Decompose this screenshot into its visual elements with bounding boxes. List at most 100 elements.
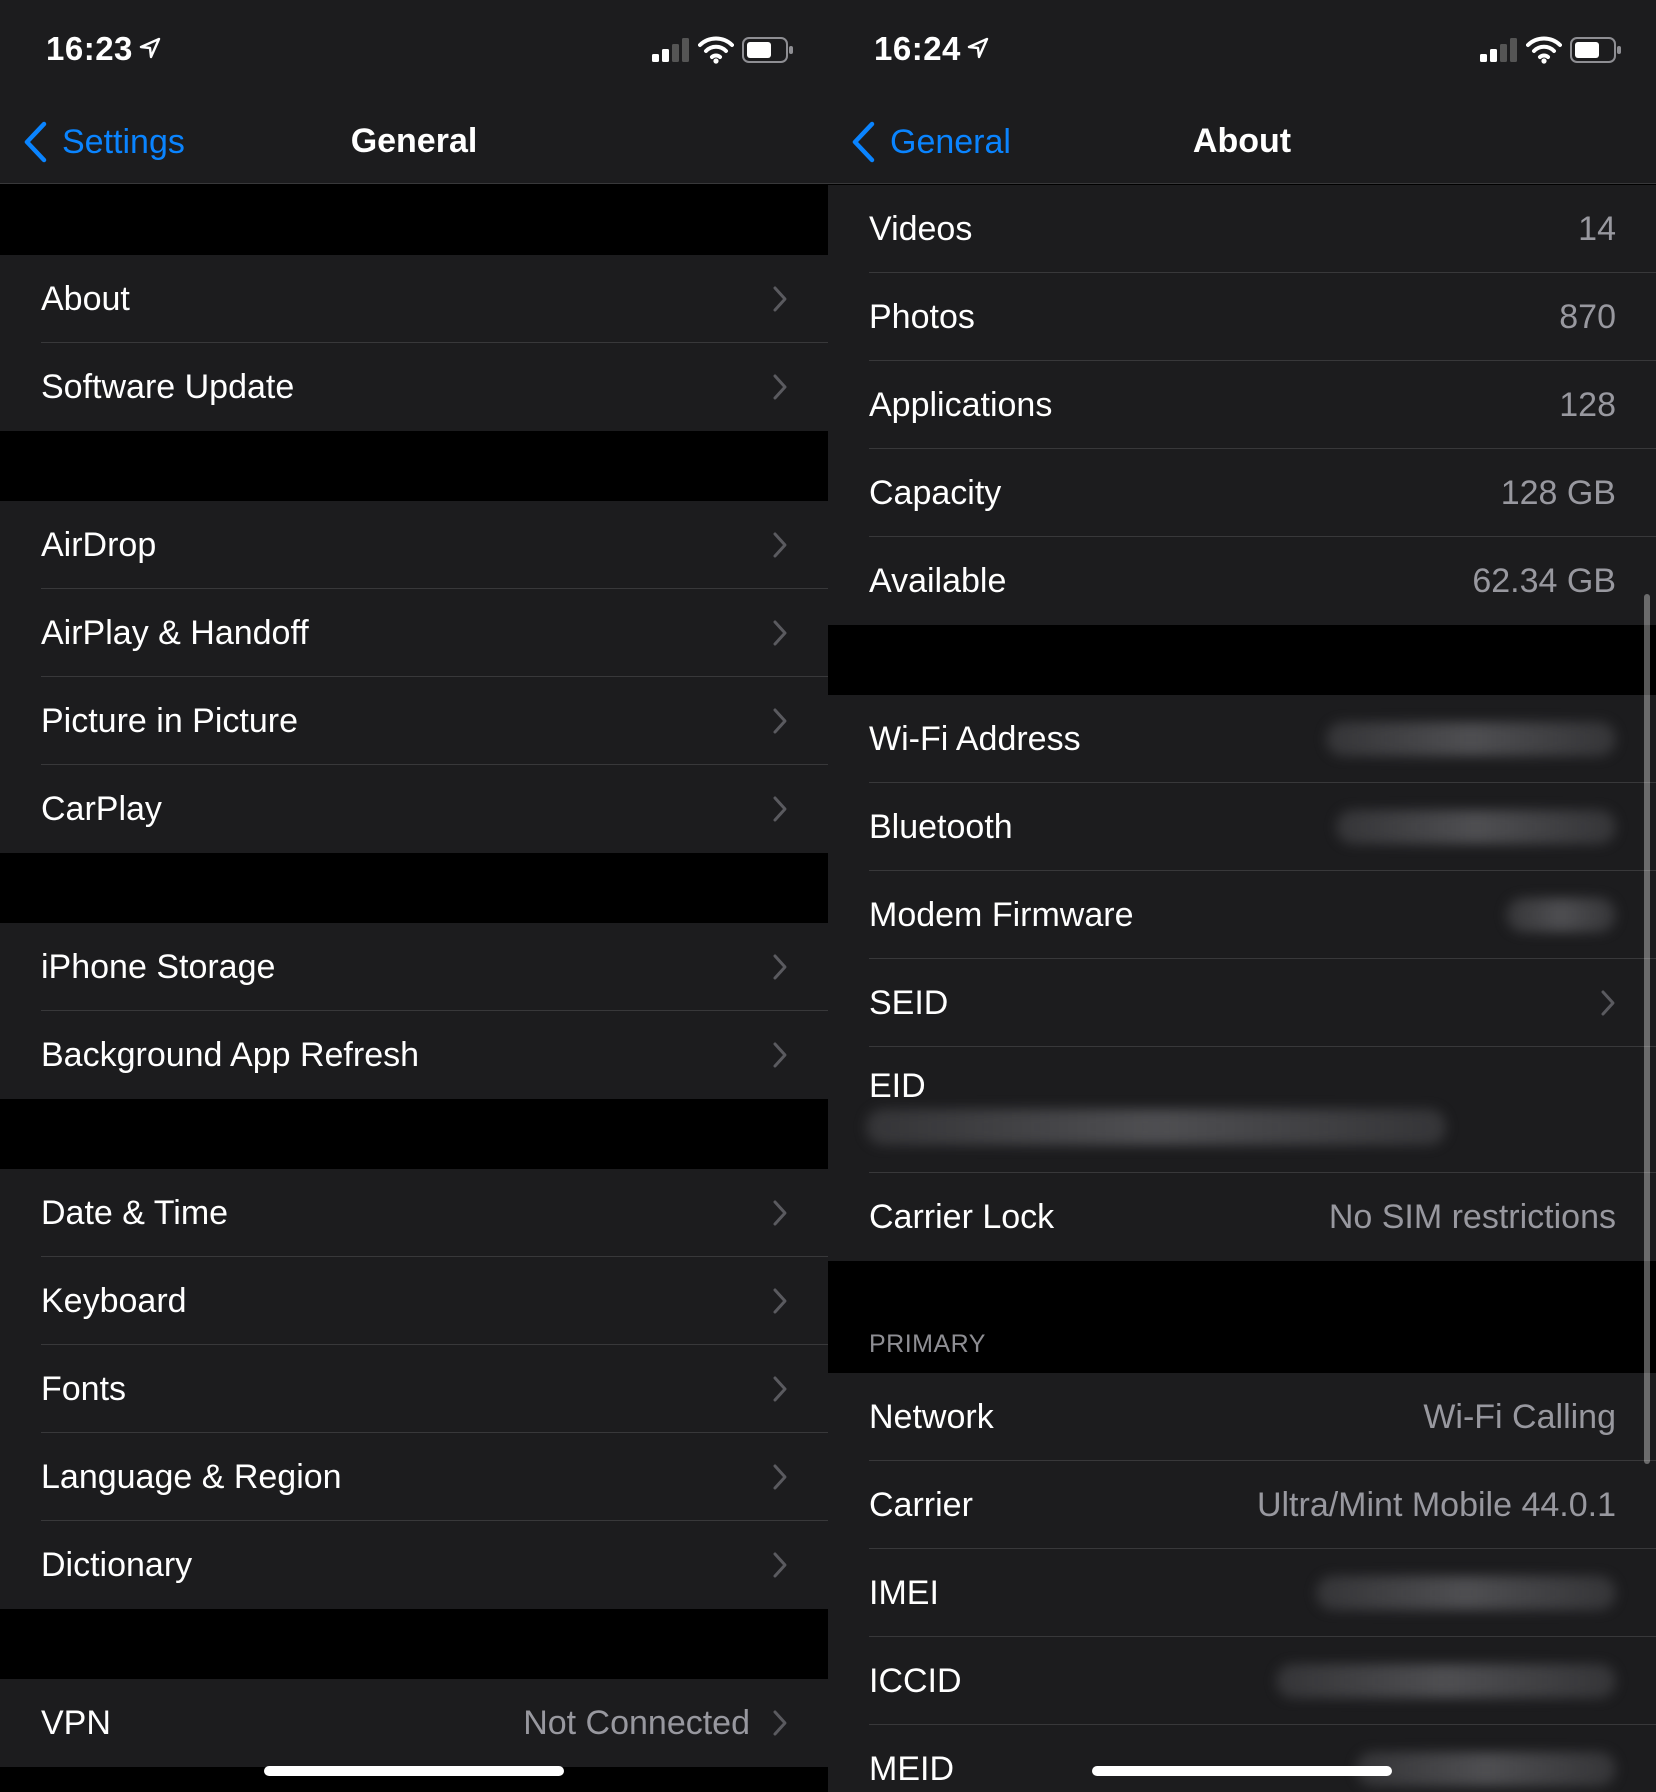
- group-storage: iPhone Storage Background App Refresh: [0, 923, 828, 1099]
- redacted-value: [1316, 1576, 1616, 1610]
- chevron-right-icon: [773, 374, 787, 400]
- row-label: Available: [869, 561, 1007, 600]
- row-label: Wi-Fi Address: [869, 719, 1081, 758]
- row-label: Videos: [869, 209, 973, 248]
- row-label: SEID: [869, 983, 949, 1022]
- general-list: About Software Update AirDrop AirPlay & …: [0, 185, 828, 1792]
- row-airdrop[interactable]: AirDrop: [0, 501, 828, 589]
- row-label: iPhone Storage: [41, 947, 276, 986]
- row-label: MEID: [869, 1749, 954, 1788]
- row-label: Keyboard: [41, 1281, 187, 1320]
- row-label: Dictionary: [41, 1545, 193, 1584]
- cellular-signal-icon: [1480, 38, 1517, 62]
- row-label: Applications: [869, 385, 1053, 424]
- row-value: 870: [1559, 297, 1616, 336]
- cellular-signal-icon: [652, 38, 689, 62]
- redacted-value: [1326, 722, 1616, 756]
- row-label: Carrier Lock: [869, 1197, 1055, 1236]
- chevron-right-icon: [773, 1200, 787, 1226]
- row-carrier-lock: Carrier Lock No SIM restrictions: [828, 1173, 1656, 1261]
- row-keyboard[interactable]: Keyboard: [0, 1257, 828, 1345]
- vpn-status: Not Connected: [523, 1703, 750, 1742]
- page-title: About: [1192, 122, 1292, 160]
- page-title: General: [350, 122, 478, 160]
- row-label: ICCID: [869, 1661, 962, 1700]
- row-iccid: ICCID: [828, 1637, 1656, 1725]
- row-value: Wi-Fi Calling: [1423, 1397, 1616, 1436]
- scrollbar[interactable]: [1644, 594, 1650, 1464]
- home-indicator[interactable]: [1092, 1766, 1392, 1776]
- chevron-right-icon: [773, 1552, 787, 1578]
- row-label: IMEI: [869, 1573, 939, 1612]
- home-indicator[interactable]: [264, 1766, 564, 1776]
- nav-bar: General About: [828, 100, 1656, 184]
- location-arrow-icon: [139, 37, 161, 59]
- row-label: Carrier: [869, 1485, 973, 1524]
- section-header-primary: PRIMARY: [828, 1261, 1656, 1373]
- row-label: Software Update: [41, 367, 295, 406]
- row-airplay-handoff[interactable]: AirPlay & Handoff: [0, 589, 828, 677]
- row-eid: EID: [828, 1047, 1656, 1173]
- row-seid[interactable]: SEID: [828, 959, 1656, 1047]
- status-bar: 16:23: [0, 0, 828, 100]
- row-label: Bluetooth: [869, 807, 1013, 846]
- row-label: Language & Region: [41, 1457, 342, 1496]
- wifi-icon: [1526, 36, 1562, 64]
- redacted-value: [1336, 810, 1616, 844]
- group-identifiers: Wi-Fi Address Bluetooth Modem Firmware S…: [828, 695, 1656, 1261]
- row-available: Available 62.34 GB: [828, 537, 1656, 625]
- row-language-region[interactable]: Language & Region: [0, 1433, 828, 1521]
- chevron-right-icon: [773, 1710, 787, 1736]
- row-applications: Applications 128: [828, 361, 1656, 449]
- battery-icon: [1570, 37, 1621, 63]
- row-carrier: Carrier Ultra/Mint Mobile 44.0.1: [828, 1461, 1656, 1549]
- redacted-value: [866, 1109, 1446, 1145]
- row-label: Background App Refresh: [41, 1035, 420, 1074]
- row-date-time[interactable]: Date & Time: [0, 1169, 828, 1257]
- redacted-value: [1356, 1752, 1616, 1786]
- section-header-label: PRIMARY: [869, 1330, 986, 1358]
- row-modem-firmware: Modem Firmware: [828, 871, 1656, 959]
- row-label: Date & Time: [41, 1193, 229, 1232]
- about-screen: Videos 14 Photos 870 Applications 128 Capac…: [828, 0, 1656, 1792]
- row-value: 14: [1578, 209, 1616, 248]
- chevron-right-icon: [773, 954, 787, 980]
- row-iphone-storage[interactable]: iPhone Storage: [0, 923, 828, 1011]
- row-background-app-refresh[interactable]: Background App Refresh: [0, 1011, 828, 1099]
- row-carplay[interactable]: CarPlay: [0, 765, 828, 853]
- chevron-right-icon: [773, 286, 787, 312]
- row-videos: Videos 14: [828, 185, 1656, 273]
- row-vpn[interactable]: VPN Not Connected: [0, 1679, 828, 1767]
- chevron-right-icon: [773, 796, 787, 822]
- row-network: Network Wi-Fi Calling: [828, 1373, 1656, 1461]
- row-label: Picture in Picture: [41, 701, 298, 740]
- row-bluetooth: Bluetooth: [828, 783, 1656, 871]
- chevron-right-icon: [773, 1464, 787, 1490]
- general-screen: 16:23 Settings General About Software Up…: [0, 0, 828, 1792]
- row-label: AirDrop: [41, 525, 157, 564]
- row-about[interactable]: About: [0, 255, 828, 343]
- status-time: 16:24: [874, 30, 961, 67]
- location-arrow-icon: [967, 37, 989, 59]
- row-imei: IMEI: [828, 1549, 1656, 1637]
- row-software-update[interactable]: Software Update: [0, 343, 828, 431]
- chevron-right-icon: [773, 708, 787, 734]
- chevron-right-icon: [773, 1376, 787, 1402]
- row-dictionary[interactable]: Dictionary: [0, 1521, 828, 1609]
- row-label: CarPlay: [41, 789, 162, 828]
- status-bar: 16:24: [828, 0, 1656, 100]
- about-list: Videos 14 Photos 870 Applications 128 Capac…: [828, 185, 1656, 1792]
- row-label: Capacity: [869, 473, 1002, 512]
- group-locale: Date & Time Keyboard Fonts Language & Re…: [0, 1169, 828, 1609]
- row-photos: Photos 870: [828, 273, 1656, 361]
- row-value: 128: [1559, 385, 1616, 424]
- row-meid: MEID: [828, 1725, 1656, 1792]
- chevron-right-icon: [773, 620, 787, 646]
- group-connectivity: AirDrop AirPlay & Handoff Picture in Pic…: [0, 501, 828, 853]
- row-fonts[interactable]: Fonts: [0, 1345, 828, 1433]
- nav-bar: Settings General: [0, 100, 828, 184]
- redacted-value: [1506, 898, 1616, 932]
- chevron-right-icon: [773, 1042, 787, 1068]
- row-picture-in-picture[interactable]: Picture in Picture: [0, 677, 828, 765]
- row-value: Ultra/Mint Mobile 44.0.1: [1256, 1485, 1616, 1524]
